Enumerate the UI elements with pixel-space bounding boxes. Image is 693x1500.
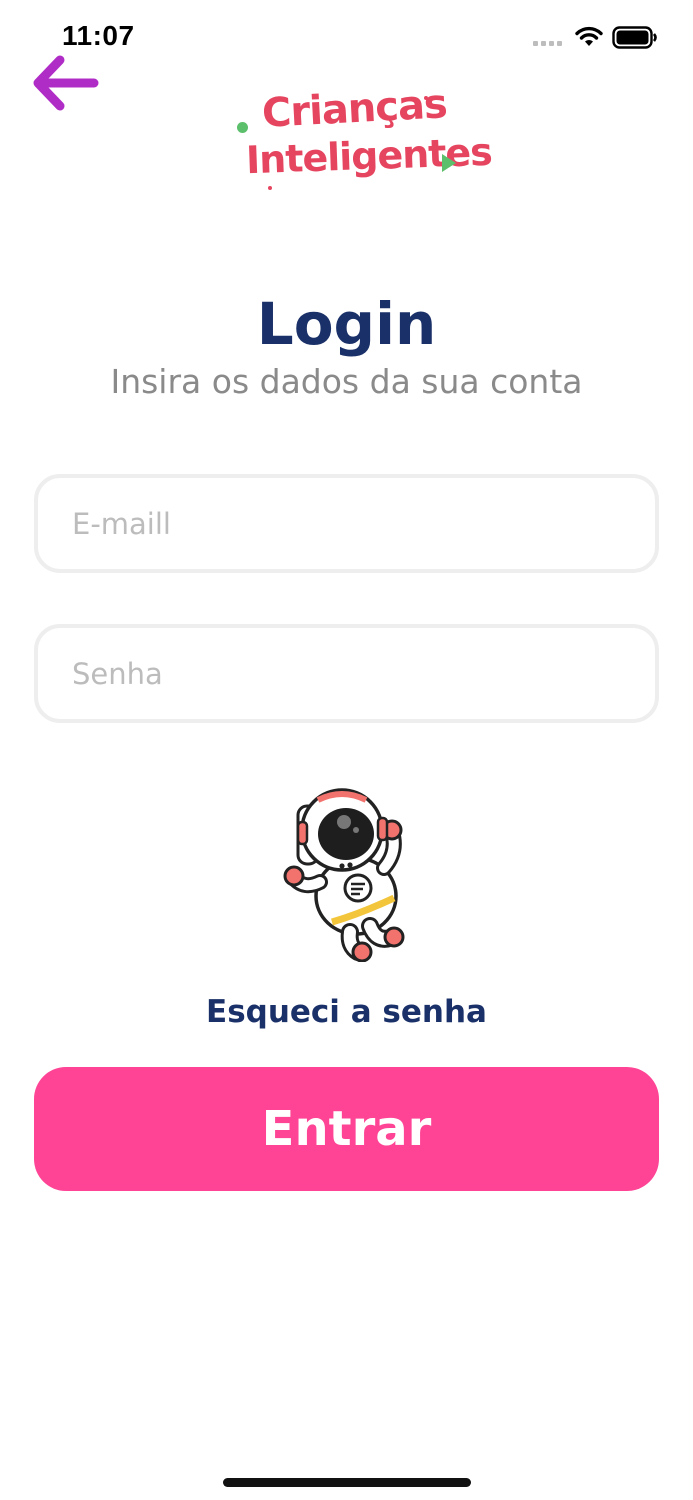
battery-icon [612,26,657,49]
wifi-icon [575,26,603,46]
app-logo: Crianças Inteligentes [232,81,492,200]
status-time: 11:07 [62,20,135,51]
email-field[interactable] [72,478,632,569]
back-button[interactable] [30,54,104,112]
login-button[interactable]: Entrar [34,1067,659,1191]
login-button-label: Entrar [261,1101,432,1157]
logo-text-line1: Crianças [260,81,448,137]
password-field[interactable] [72,628,632,719]
logo-dot [424,96,428,100]
logo-dot [237,122,248,133]
logo-triangle [442,154,456,172]
astronaut-illustration [283,788,405,962]
home-indicator[interactable] [223,1478,471,1487]
logo-dot [268,186,272,190]
email-field-container [34,474,659,573]
password-field-container [34,624,659,723]
page-title: Login [256,290,437,358]
arrow-left-icon [33,55,99,111]
cellular-signal-icon [533,41,562,46]
forgot-password-link[interactable]: Esqueci a senha [0,994,693,1030]
page-subtitle: Insira os dados da sua conta [110,362,583,401]
